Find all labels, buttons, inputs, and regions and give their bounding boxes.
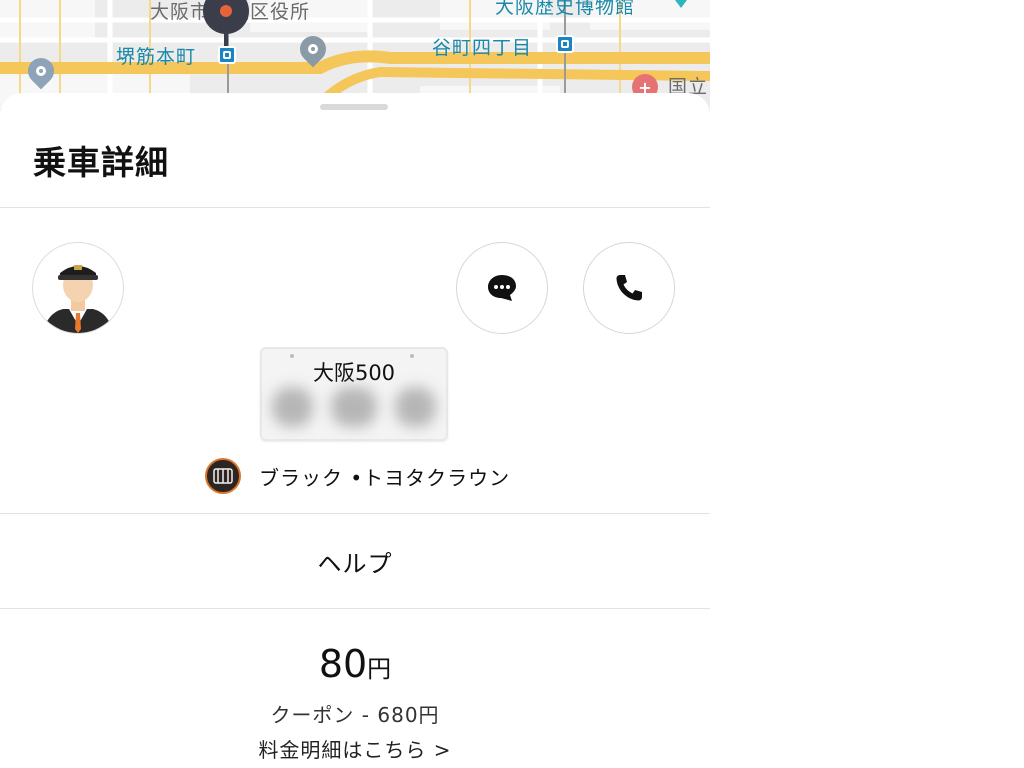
sheet-drag-handle[interactable] xyxy=(320,104,388,110)
plate-region: 大阪500 xyxy=(312,361,396,385)
message-button[interactable] xyxy=(456,242,548,334)
train-station-icon xyxy=(218,46,236,64)
map-label-tanimachi-station: 谷町四丁目 xyxy=(432,37,533,59)
call-button[interactable] xyxy=(583,242,675,334)
help-button[interactable]: ヘルプ xyxy=(0,514,710,608)
coupon-discount: クーポン - 680円 xyxy=(270,703,440,727)
fare-amount-value: 80 xyxy=(318,642,368,686)
map-label-sakaisuji-station: 堺筋本町 xyxy=(116,46,197,68)
driver-illustration-icon xyxy=(43,265,113,333)
driver-avatar[interactable] xyxy=(32,242,124,334)
divider xyxy=(0,608,710,609)
page-title: 乗車詳細 xyxy=(33,143,169,182)
fare-currency-unit: 円 xyxy=(367,655,392,683)
chat-bubble-icon xyxy=(488,275,516,301)
map-label-museum: 大阪歴史博物館 xyxy=(495,0,636,18)
fare-details-link[interactable]: 料金明細はこちら > xyxy=(0,734,710,763)
divider xyxy=(0,207,710,208)
car-class-icon xyxy=(205,458,241,494)
phone-icon xyxy=(616,275,642,301)
license-plate: 大阪500 xyxy=(260,347,448,441)
ride-details-sheet: 乗車詳細 大阪500 ブラック •トヨタクラウン ヘルプ 80円 クーポン - … xyxy=(0,93,710,768)
plate-number-blurred xyxy=(272,385,436,429)
fare-total: 80円 xyxy=(0,642,710,686)
vehicle-info: ブラック •トヨタクラウン xyxy=(205,458,510,494)
train-station-icon xyxy=(556,35,574,53)
vehicle-description: ブラック •トヨタクラウン xyxy=(259,465,511,490)
museum-marker-icon xyxy=(672,0,690,8)
